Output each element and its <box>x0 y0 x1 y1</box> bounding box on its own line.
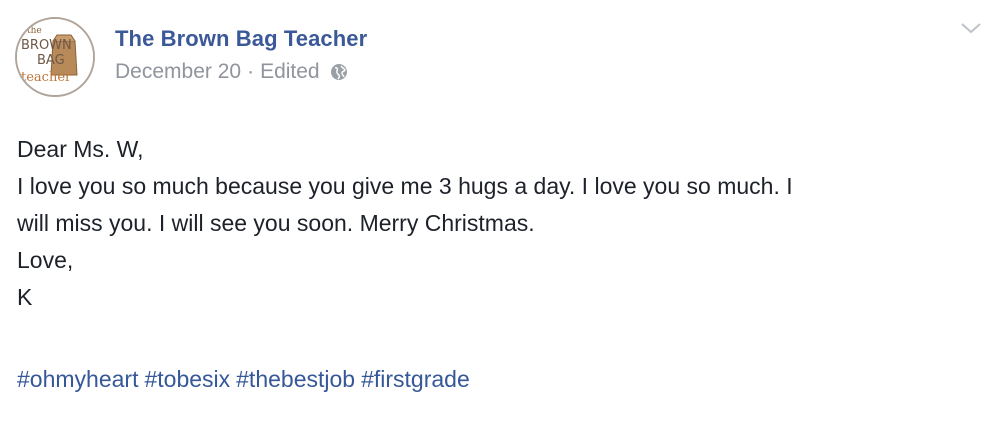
logo-text-bag: BAG <box>37 53 65 68</box>
hashtag-link[interactable]: #ohmyheart <box>17 366 138 392</box>
message-line: will miss you. I will see you soon. Merr… <box>17 210 535 236</box>
page-name-link[interactable]: The Brown Bag Teacher <box>115 26 367 52</box>
post-date[interactable]: December 20 <box>115 60 241 84</box>
message-line: Love, <box>17 247 74 273</box>
hashtag-link[interactable]: #firstgrade <box>361 366 470 392</box>
message-line: I love you so much because you give me 3… <box>17 173 793 199</box>
edited-label[interactable]: Edited <box>260 60 320 84</box>
brown-bag-teacher-logo: the BROWN BAG teacher <box>17 19 93 95</box>
message-line: Dear Ms. W, <box>17 136 144 162</box>
hashtag-list: #ohmyheart #tobesix #thebestjob #firstgrade <box>17 366 476 393</box>
chevron-down-icon[interactable] <box>958 18 984 38</box>
hashtag-link[interactable]: #tobesix <box>144 366 230 392</box>
logo-text-teacher: teacher <box>21 70 72 85</box>
page-avatar[interactable]: the BROWN BAG teacher <box>15 17 95 97</box>
post-meta: December 20 · Edited <box>115 60 348 84</box>
message-line: K <box>17 284 33 310</box>
hashtag-link[interactable]: #thebestjob <box>236 366 355 392</box>
meta-separator: · <box>247 60 255 83</box>
post-message: Dear Ms. W, I love you so much because y… <box>17 131 992 316</box>
globe-icon[interactable] <box>330 63 348 81</box>
facebook-post: the BROWN BAG teacher The Brown Bag Teac… <box>0 0 1006 428</box>
logo-text-brown: BROWN <box>21 38 72 53</box>
logo-text-the: the <box>27 26 42 36</box>
